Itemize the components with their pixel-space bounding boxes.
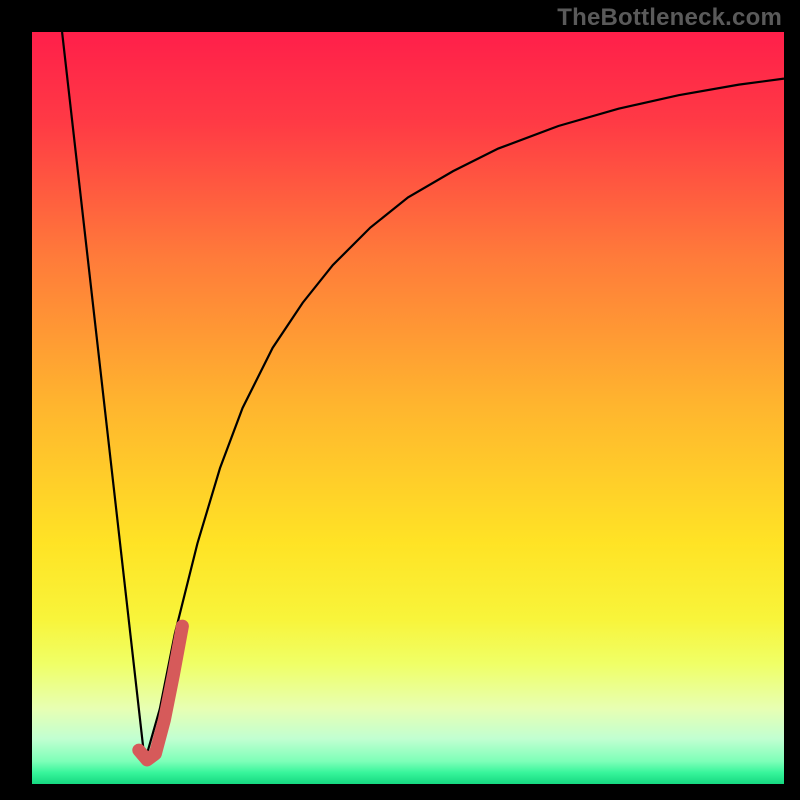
plot-area bbox=[32, 32, 784, 784]
watermark-text: TheBottleneck.com bbox=[557, 4, 782, 32]
gradient-background bbox=[32, 32, 784, 784]
plot-svg bbox=[32, 32, 784, 784]
chart-frame: TheBottleneck.com bbox=[0, 0, 800, 800]
